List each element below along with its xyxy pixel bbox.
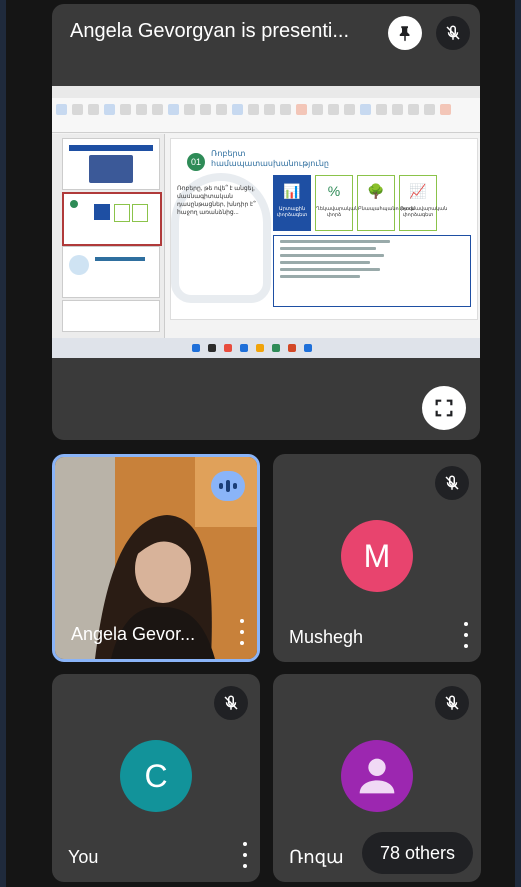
fullscreen-button[interactable] bbox=[422, 386, 466, 430]
slide-number: 01 bbox=[187, 153, 205, 171]
more-options-button[interactable] bbox=[237, 619, 247, 645]
mic-off-icon bbox=[445, 695, 459, 710]
presenter-title: Angela Gevorgyan is presenti... bbox=[70, 20, 350, 42]
participant-tile-you[interactable]: C You bbox=[52, 674, 260, 882]
participant-name: Angela Gevor... bbox=[71, 624, 196, 644]
participant-tile-mushegh[interactable]: M Mushegh bbox=[273, 454, 481, 662]
taskbar bbox=[52, 338, 480, 358]
avatar bbox=[341, 740, 413, 812]
mic-off-indicator bbox=[435, 686, 469, 720]
more-options-button[interactable] bbox=[461, 622, 471, 648]
mic-off-indicator bbox=[435, 466, 469, 500]
chart-icon: 📊 bbox=[283, 183, 301, 199]
meeting-grid: Angela Gevorgyan is presenti... 01 Ռոբեր… bbox=[6, 0, 515, 887]
slide-body: Ռոբերը, թե ովե՞ է անցել, մասնագիտական դա… bbox=[177, 186, 256, 216]
fullscreen-icon bbox=[435, 399, 453, 417]
mic-off-icon bbox=[446, 25, 460, 40]
slide-thumbnail-selected bbox=[62, 192, 162, 246]
app-ribbon bbox=[52, 98, 480, 133]
presentation-tile[interactable]: Angela Gevorgyan is presenti... 01 Ռոբեր… bbox=[52, 4, 480, 440]
growth-icon: 📈 bbox=[409, 183, 427, 199]
participant-name: Ռոզա bbox=[289, 847, 344, 867]
tree-icon: 🌳 bbox=[367, 183, 385, 199]
more-options-button[interactable] bbox=[240, 842, 250, 868]
slide-list-box bbox=[273, 235, 471, 307]
slide-card: % Ղեկավարական փորձ bbox=[315, 175, 358, 231]
slide-card: 📈 Ռազմավարական փորձագետ bbox=[399, 175, 447, 231]
shared-screen: 01 Ռոբերտ համապատասխանությունը Ռոբերը, թ… bbox=[52, 86, 480, 358]
participant-tile-others[interactable]: Ռոզա 78 others bbox=[273, 674, 481, 882]
speaking-indicator bbox=[211, 471, 245, 501]
slide-thumbnail bbox=[62, 300, 160, 332]
mic-off-icon bbox=[445, 475, 459, 490]
slide-canvas: 01 Ռոբերտ համապատասխանությունը Ռոբերը, թ… bbox=[170, 138, 478, 320]
slide-thumbnail bbox=[62, 246, 160, 298]
slide-title: Ռոբերտ համապատասխանությունը bbox=[211, 149, 329, 168]
slide-thumbnails bbox=[52, 134, 165, 338]
avatar: C bbox=[120, 740, 192, 812]
participant-name: Mushegh bbox=[289, 627, 364, 647]
participant-tile-angela[interactable]: Angela Gevor... bbox=[52, 454, 260, 662]
person-icon bbox=[359, 758, 395, 794]
others-count-button[interactable]: 78 others bbox=[361, 832, 473, 874]
avatar: M bbox=[341, 520, 413, 592]
pin-button[interactable] bbox=[388, 16, 422, 50]
participant-name: You bbox=[68, 847, 99, 867]
slide-card: 📊 Արտաքին փորձագետ bbox=[273, 175, 311, 231]
percent-icon: % bbox=[327, 183, 341, 199]
slide-card: 🌳 Բնապահպանություն bbox=[357, 175, 414, 231]
mic-off-icon bbox=[224, 695, 238, 710]
pin-icon bbox=[399, 26, 410, 42]
presenter-mic-off bbox=[436, 16, 470, 50]
mic-off-indicator bbox=[214, 686, 248, 720]
slide-thumbnail bbox=[62, 138, 160, 190]
